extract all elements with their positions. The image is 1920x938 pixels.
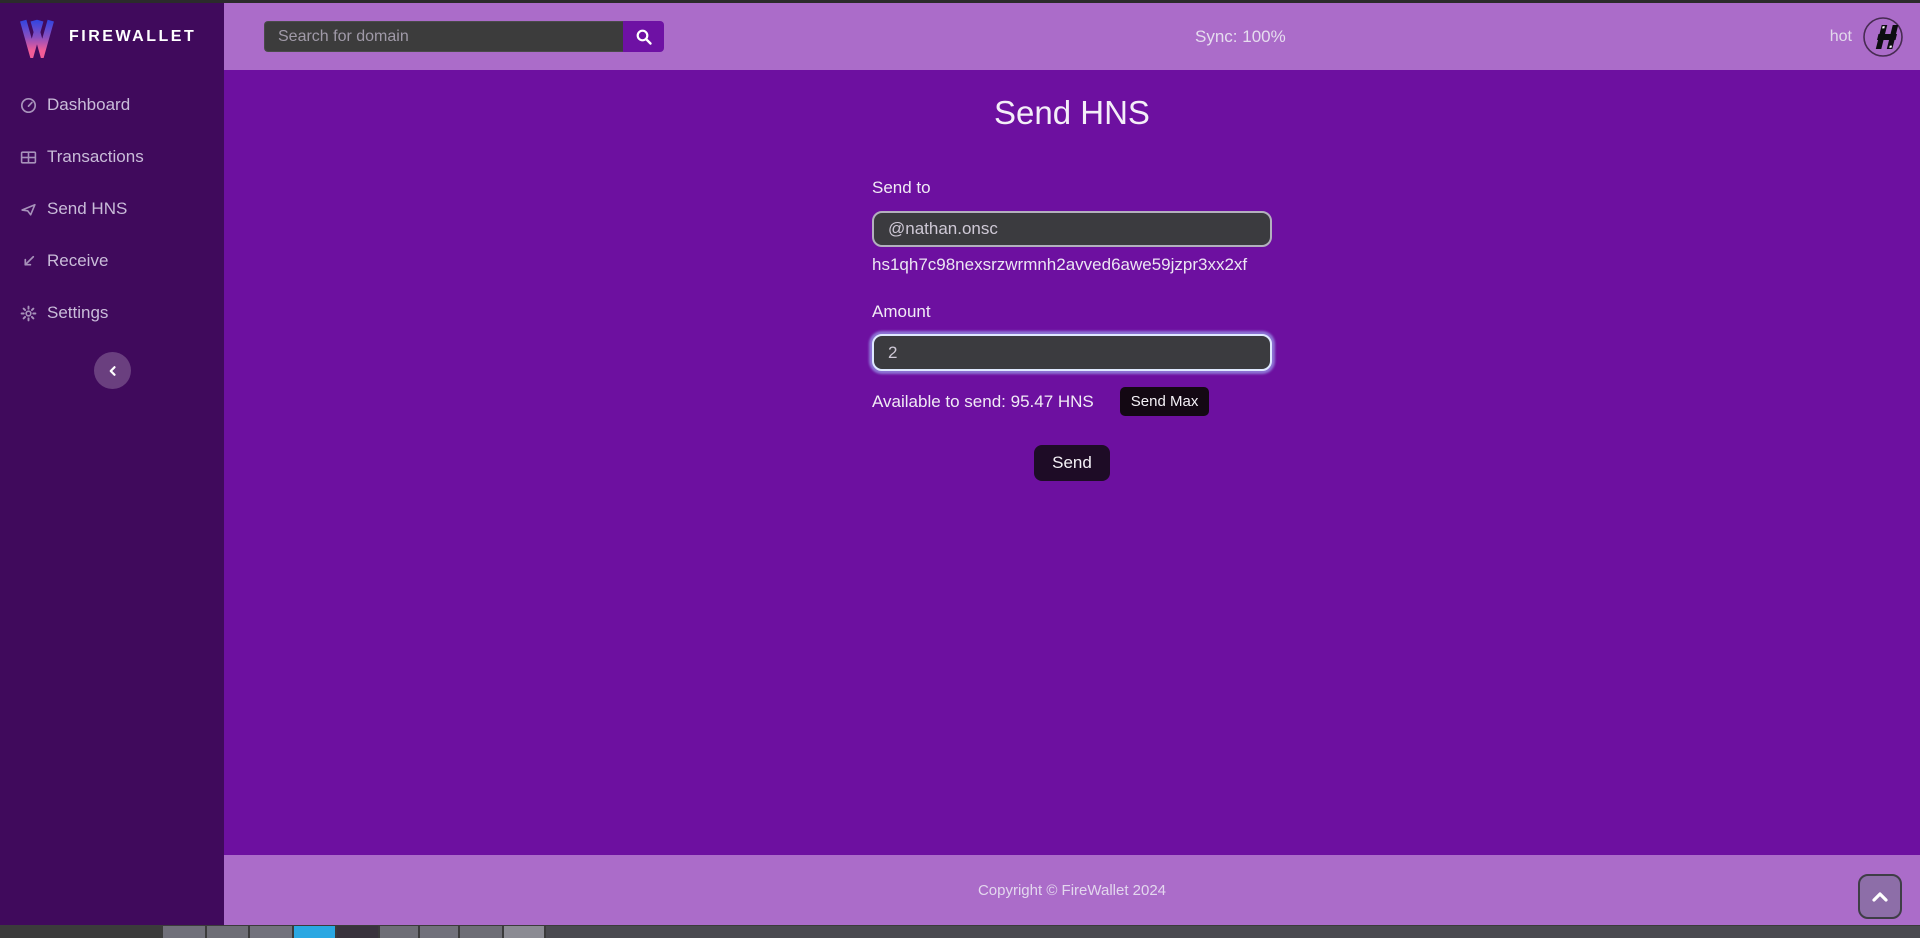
main-content: Send HNS Send to hs1qh7c98nexsrzwrmnh2av… xyxy=(224,70,1920,855)
send-form: Send to hs1qh7c98nexsrzwrmnh2avved6awe59… xyxy=(872,178,1272,481)
taskbar-segment[interactable] xyxy=(207,926,248,938)
taskbar-segment[interactable] xyxy=(546,926,1920,938)
send-row: Send xyxy=(872,445,1272,481)
sidebar-item-dashboard[interactable]: Dashboard xyxy=(0,79,224,131)
available-row: Available to send: 95.47 HNS Send Max xyxy=(872,387,1272,416)
sidebar-item-label: Receive xyxy=(47,251,108,271)
gauge-icon xyxy=(20,97,37,114)
sidebar-item-settings[interactable]: Settings xyxy=(0,287,224,339)
search-button[interactable] xyxy=(623,21,664,52)
taskbar-strip[interactable] xyxy=(0,925,1920,938)
app-title: FIREWALLET xyxy=(69,28,196,46)
wallet-name: hot xyxy=(1830,28,1852,46)
taskbar-segment[interactable] xyxy=(163,926,205,938)
search-input[interactable] xyxy=(264,21,623,52)
sidebar-collapse-button[interactable] xyxy=(94,352,131,389)
receive-arrow-icon xyxy=(20,253,37,270)
resolved-address: hs1qh7c98nexsrzwrmnh2avved6awe59jzpr3xx2… xyxy=(872,255,1272,275)
sidebar: FIREWALLET Dashboard Transactions Send H… xyxy=(0,3,224,925)
sidebar-item-label: Transactions xyxy=(47,147,144,167)
sidebar-nav: Dashboard Transactions Send HNS Receive … xyxy=(0,79,224,339)
send-to-label: Send to xyxy=(872,178,1272,198)
handshake-logo-icon[interactable] xyxy=(1862,16,1904,58)
domain-search xyxy=(264,21,664,52)
send-max-button[interactable]: Send Max xyxy=(1120,387,1210,416)
chevron-left-icon xyxy=(104,362,122,380)
sidebar-item-send-hns[interactable]: Send HNS xyxy=(0,183,224,235)
sync-status: Sync: 100% xyxy=(1195,3,1286,70)
scroll-to-top-button[interactable] xyxy=(1858,874,1902,919)
taskbar-segment[interactable] xyxy=(294,926,335,938)
table-icon xyxy=(20,149,37,166)
copyright-text: Copyright © FireWallet 2024 xyxy=(978,882,1166,899)
gear-icon xyxy=(20,305,37,322)
amount-input[interactable] xyxy=(872,334,1272,371)
search-icon xyxy=(635,28,653,46)
send-to-input[interactable] xyxy=(872,211,1272,247)
wallet-area[interactable]: hot xyxy=(1830,3,1904,70)
send-button[interactable]: Send xyxy=(1034,445,1110,481)
send-icon xyxy=(20,201,37,218)
sidebar-item-label: Send HNS xyxy=(47,199,127,219)
taskbar-segment[interactable] xyxy=(250,926,292,938)
taskbar-segment[interactable] xyxy=(420,926,458,938)
taskbar-segment[interactable] xyxy=(460,926,502,938)
app-logo[interactable]: FIREWALLET xyxy=(0,3,224,67)
page-title: Send HNS xyxy=(224,94,1920,132)
sidebar-item-label: Dashboard xyxy=(47,95,130,115)
amount-label: Amount xyxy=(872,302,1272,322)
chevron-up-icon xyxy=(1869,889,1891,905)
taskbar-segment[interactable] xyxy=(337,926,378,938)
taskbar-segment[interactable] xyxy=(380,926,418,938)
sidebar-item-label: Settings xyxy=(47,303,108,323)
sidebar-item-receive[interactable]: Receive xyxy=(0,235,224,287)
firewallet-logo-icon xyxy=(16,16,58,58)
sidebar-item-transactions[interactable]: Transactions xyxy=(0,131,224,183)
available-balance: Available to send: 95.47 HNS xyxy=(872,392,1094,412)
footer: Copyright © FireWallet 2024 xyxy=(224,855,1920,925)
topbar: Sync: 100% hot xyxy=(224,3,1920,70)
taskbar-segment[interactable] xyxy=(504,926,544,938)
